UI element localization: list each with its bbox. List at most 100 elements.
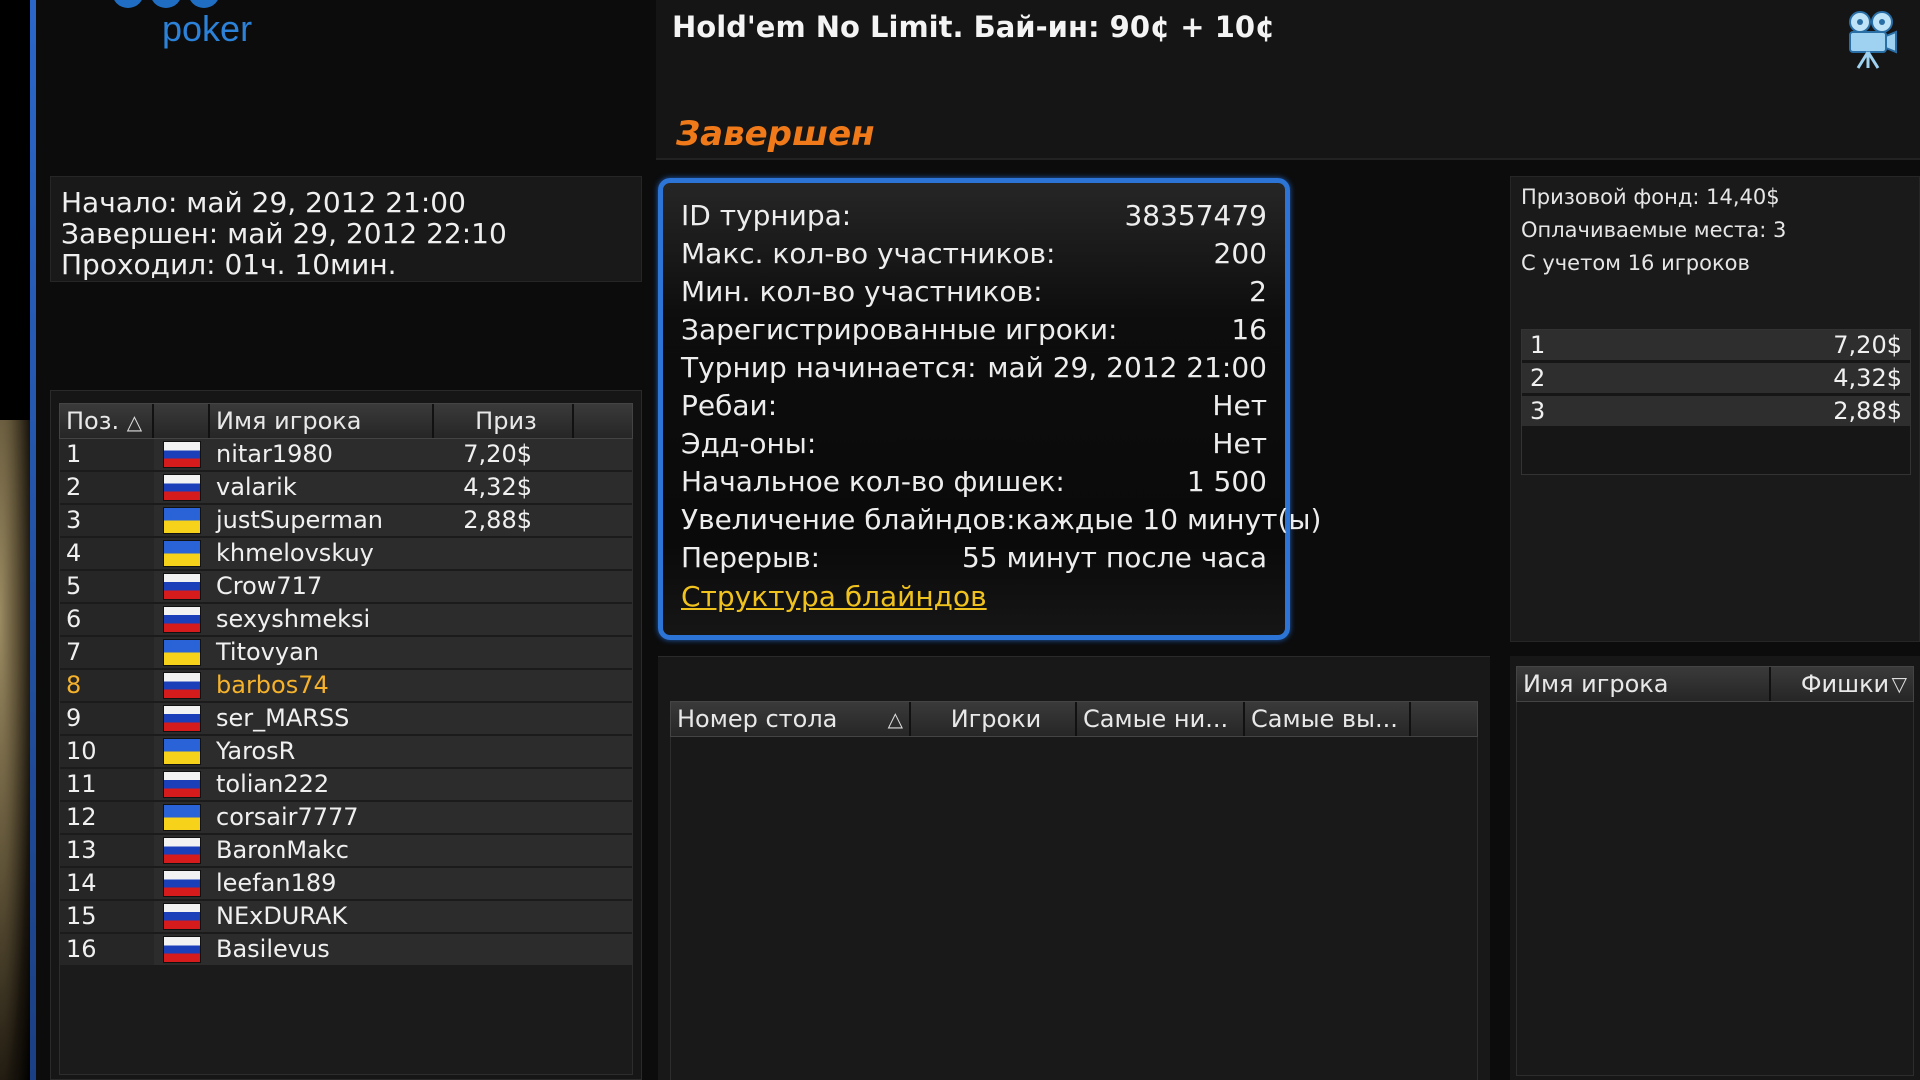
- player-name: Titovyan: [216, 638, 320, 666]
- info-label: Ребаи:: [681, 389, 778, 422]
- info-value: 200: [1213, 237, 1267, 270]
- player-prize: [434, 637, 540, 668]
- player-position: 4: [60, 538, 154, 569]
- column-prize[interactable]: Приз: [434, 404, 574, 438]
- country-flag-icon: [154, 802, 210, 833]
- tournament-info-card: ID турнира: 38357479 Макс. кол-во участник…: [658, 178, 1321, 640]
- player-row[interactable]: 7 Titovyan: [60, 637, 632, 668]
- row-spacer: [540, 505, 632, 536]
- player-prize: [434, 868, 540, 899]
- country-flag-icon: [154, 538, 210, 569]
- sort-ascending-icon: △: [887, 707, 903, 731]
- player-position: 2: [60, 472, 154, 503]
- player-name: valarik: [216, 473, 297, 501]
- player-prize: [434, 538, 540, 569]
- player-position: 6: [60, 604, 154, 635]
- info-label: ID турнира:: [681, 199, 852, 232]
- column-players[interactable]: Игроки: [911, 702, 1077, 736]
- info-label: Увеличение блайндов:: [681, 503, 1016, 536]
- player-prize: 2,88$: [463, 506, 532, 534]
- player-position: 3: [60, 505, 154, 536]
- player-row[interactable]: 15 NExDURAK: [60, 901, 632, 932]
- country-flag-icon: [154, 934, 210, 965]
- row-spacer: [540, 637, 632, 668]
- row-spacer: [540, 835, 632, 866]
- column-highest-stack[interactable]: Самые вы...: [1245, 702, 1411, 736]
- info-row: Увеличение блайндов: каждые 10 минут(ы): [681, 501, 1321, 539]
- info-row: Ребаи: Нет: [681, 387, 1267, 425]
- player-row[interactable]: 8 barbos74: [60, 670, 632, 701]
- sort-descending-icon: ▽: [1891, 672, 1907, 696]
- player-position: 13: [60, 835, 154, 866]
- player-name: leefan189: [216, 869, 337, 897]
- player-position: 11: [60, 769, 154, 800]
- player-row[interactable]: 2 valarik 4,32$: [60, 472, 632, 503]
- player-name: NExDURAK: [216, 902, 348, 930]
- country-flag-icon: [154, 637, 210, 668]
- player-name: YarosR: [216, 737, 296, 765]
- player-row[interactable]: 11 tolian222: [60, 769, 632, 800]
- player-row[interactable]: 3 justSuperman 2,88$: [60, 505, 632, 536]
- tournament-dates: Начало: май 29, 2012 21:00 Завершен: май…: [50, 176, 642, 282]
- player-row[interactable]: 6 sexyshmeksi: [60, 604, 632, 635]
- player-position: 5: [60, 571, 154, 602]
- player-row[interactable]: 4 khmelovskuy: [60, 538, 632, 569]
- player-row[interactable]: 14 leefan189: [60, 868, 632, 899]
- column-chips[interactable]: Фишки ▽: [1771, 667, 1913, 701]
- player-row[interactable]: 16 Basilevus: [60, 934, 632, 965]
- movie-camera-icon[interactable]: [1846, 10, 1898, 70]
- column-empty: [1411, 702, 1477, 736]
- player-position: 7: [60, 637, 154, 668]
- column-empty: [574, 404, 632, 438]
- blind-structure-link[interactable]: Структура блайндов: [681, 577, 1267, 617]
- duration: Проходил: 01ч. 10мин.: [61, 248, 397, 281]
- prize-place: 1: [1530, 331, 1546, 359]
- player-row[interactable]: 9 ser_MARSS: [60, 703, 632, 734]
- row-spacer: [540, 571, 632, 602]
- player-name: corsair7777: [216, 803, 359, 831]
- player-prize: 7,20$: [463, 440, 532, 468]
- prize-place: 2: [1530, 364, 1546, 392]
- player-row[interactable]: 5 Crow717: [60, 571, 632, 602]
- player-row[interactable]: 12 corsair7777: [60, 802, 632, 833]
- info-row: Макс. кол-во участников: 200: [681, 235, 1267, 273]
- player-position: 12: [60, 802, 154, 833]
- prize-pool-panel: Призовой фонд: 14,40$ Оплачиваемые места…: [1510, 176, 1920, 642]
- info-label: Макс. кол-во участников:: [681, 237, 1056, 270]
- info-row: Турнир начинается: май 29, 2012 21:00: [681, 349, 1267, 387]
- info-row: Зарегистрированные игроки: 16: [681, 311, 1267, 349]
- column-table-number[interactable]: Номер стола △: [671, 702, 911, 736]
- column-chips-player-name[interactable]: Имя игрока: [1517, 667, 1771, 701]
- players-count-note: С учетом 16 игроков: [1521, 251, 1750, 275]
- player-name: khmelovskuy: [216, 539, 374, 567]
- column-position[interactable]: Поз. △: [60, 404, 154, 438]
- player-prize: [434, 835, 540, 866]
- tables-grid-header: Номер стола △ Игроки Самые ни... Самые вы…: [670, 701, 1478, 737]
- country-flag-icon: [154, 505, 210, 536]
- player-row[interactable]: 10 YarosR: [60, 736, 632, 767]
- player-position: 8: [60, 670, 154, 701]
- row-spacer: [540, 769, 632, 800]
- info-label: Турнир начинается:: [681, 351, 977, 384]
- country-flag-icon: [154, 439, 210, 470]
- column-player-name[interactable]: Имя игрока: [210, 404, 434, 438]
- tournament-title: Hold'em No Limit. Бай-ин: 90¢ + 10¢: [672, 10, 1276, 44]
- info-row: ID турнира: 38357479: [681, 197, 1267, 235]
- chips-grid-body[interactable]: [1516, 702, 1914, 1076]
- info-value: 1 500: [1186, 465, 1267, 498]
- player-position: 1: [60, 439, 154, 470]
- player-prize: [434, 604, 540, 635]
- player-position: 15: [60, 901, 154, 932]
- row-spacer: [540, 703, 632, 734]
- player-row[interactable]: 1 nitar1980 7,20$: [60, 439, 632, 470]
- column-lowest-stack[interactable]: Самые ни...: [1077, 702, 1245, 736]
- info-row: Эдд-оны: Нет: [681, 425, 1267, 463]
- tables-grid-body[interactable]: [670, 737, 1478, 1080]
- column-flag[interactable]: [154, 404, 210, 438]
- player-row[interactable]: 13 BaronMakc: [60, 835, 632, 866]
- info-value: Нет: [1212, 427, 1267, 460]
- logo-mark: [112, 0, 232, 8]
- players-grid-body[interactable]: 1 nitar1980 7,20$ 2 valarik 4,32$ 3 justSuperma…: [59, 439, 633, 1075]
- prize-place: 3: [1530, 397, 1546, 425]
- country-flag-icon: [154, 604, 210, 635]
